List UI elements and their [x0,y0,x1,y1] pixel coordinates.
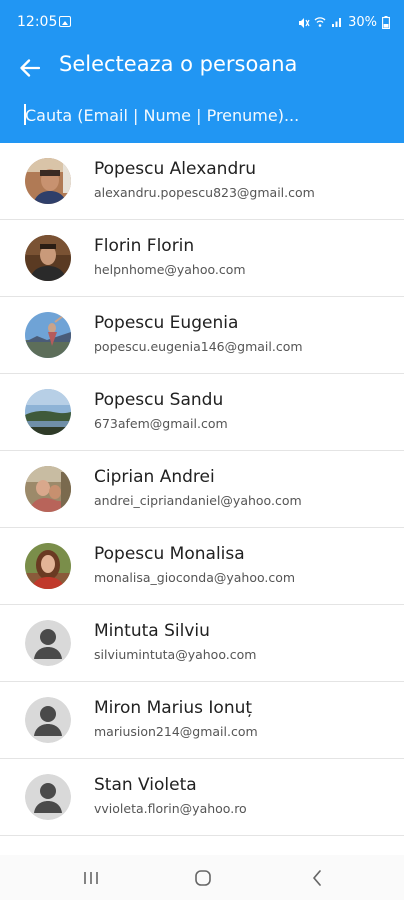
contact-email: mariusion214@gmail.com [94,724,258,739]
contact-name: Florin Florin [94,236,195,256]
default-person-icon [25,620,71,666]
page-title: Selecteaza o persoana [59,52,298,76]
avatar [25,774,71,820]
status-bar: 12:05 30% [0,0,404,44]
list-item[interactable]: Ciprian Andrei andrei_cipriandaniel@yaho… [0,451,404,528]
back-icon [313,870,321,886]
recent-apps-icon [84,872,98,884]
recent-apps-button[interactable] [71,863,111,893]
contact-name: Popescu Eugenia [94,313,239,333]
mute-icon [298,17,310,28]
contact-name: Popescu Monalisa [94,544,245,564]
app-bar: Selecteaza o persoana [0,44,404,96]
list-item[interactable]: Popescu Monalisa monalisa_gioconda@yahoo… [0,528,404,605]
contact-name: Stan Violeta [94,775,197,795]
contact-name: Popescu Alexandru [94,159,256,179]
nav-back-button[interactable] [297,863,337,893]
avatar [25,158,71,204]
contact-name: Popescu Sandu [94,390,224,410]
default-person-icon [25,774,71,820]
contact-name: Mintuta Silviu [94,621,210,641]
avatar [25,543,71,589]
search-input[interactable] [23,101,383,129]
contact-email: andrei_cipriandaniel@yahoo.com [94,493,302,508]
list-item[interactable]: Popescu Sandu 673afem@gmail.com [0,374,404,451]
contact-name: Ciprian Andrei [94,467,215,487]
default-person-icon [25,697,71,743]
contact-email: 673afem@gmail.com [94,416,228,431]
list-item[interactable]: Florin Florin helpnhome@yahoo.com [0,220,404,297]
list-item[interactable]: Miron Marius Ionuț mariusion214@gmail.co… [0,682,404,759]
home-button[interactable] [183,863,223,893]
contact-email: alexandru.popescu823@gmail.com [94,185,315,200]
status-time: 12:05 [17,14,58,30]
contact-email: vvioleta.florin@yahoo.ro [94,801,247,816]
contact-email: popescu.eugenia146@gmail.com [94,339,303,354]
system-nav-bar [0,855,404,900]
avatar [25,466,71,512]
wifi-icon [314,16,326,28]
avatar [25,697,71,743]
signal-icon [331,16,343,28]
back-button[interactable] [12,50,48,86]
list-item[interactable]: Popescu Eugenia popescu.eugenia146@gmail… [0,297,404,374]
contact-email: helpnhome@yahoo.com [94,262,246,277]
avatar [25,389,71,435]
header: 12:05 30% Selecteaza o persoana [0,0,404,143]
home-icon [195,870,211,886]
avatar [25,312,71,358]
contact-email: monalisa_gioconda@yahoo.com [94,570,296,585]
status-icons: 30% [298,13,390,31]
avatar [25,235,71,281]
avatar [25,620,71,666]
contact-name: Miron Marius Ionuț [94,698,253,718]
battery-icon [382,15,390,29]
arrow-left-icon [20,59,40,77]
battery-percent: 30% [348,14,377,30]
list-item[interactable]: Popescu Alexandru alexandru.popescu823@g… [0,143,404,220]
list-item[interactable]: Stan Violeta vvioleta.florin@yahoo.ro [0,759,404,836]
contact-list: Popescu Alexandru alexandru.popescu823@g… [0,143,404,836]
contact-email: silviumintuta@yahoo.com [94,647,257,662]
search-field[interactable] [23,101,383,129]
gallery-icon [59,16,71,27]
text-cursor [24,104,26,125]
list-item[interactable]: Mintuta Silviu silviumintuta@yahoo.com [0,605,404,682]
